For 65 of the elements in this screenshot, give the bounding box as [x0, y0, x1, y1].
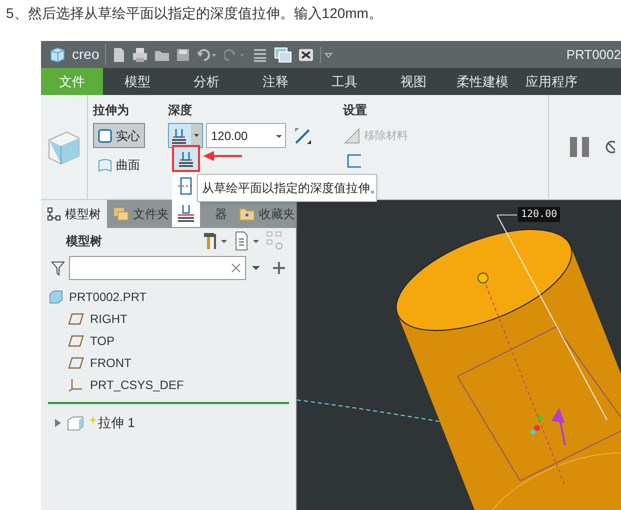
dropdown-icon[interactable]	[320, 46, 334, 62]
folders-icon	[113, 207, 129, 221]
depth-type-button[interactable]	[168, 123, 203, 148]
menu-tab[interactable]: 柔性建模	[448, 68, 517, 95]
document-title: PRT0002	[566, 46, 621, 64]
new-file-icon[interactable]	[112, 46, 126, 62]
windows-icon[interactable]	[274, 46, 292, 62]
undo-icon[interactable]	[196, 46, 218, 62]
square-icon	[98, 128, 112, 142]
solid-button[interactable]: 实心	[93, 123, 145, 148]
datum-plane-icon	[68, 335, 84, 347]
app-logo: creo	[72, 44, 106, 65]
tools-icon[interactable]	[202, 231, 228, 251]
group-title: 拉伸为	[93, 102, 129, 119]
pause-icon[interactable]	[569, 136, 591, 158]
clear-icon[interactable]	[231, 263, 241, 273]
extrude-feature-icon	[67, 415, 85, 431]
menu-tab[interactable]: 应用程序	[517, 68, 586, 95]
menu-tab[interactable]: 模型	[103, 68, 172, 95]
to-next-depth-icon	[176, 204, 196, 222]
coordinate-system-icon	[68, 378, 84, 392]
folder-icon	[239, 207, 255, 221]
expand-icon[interactable]	[53, 418, 63, 428]
tree-item[interactable]: RIGHT	[90, 310, 128, 328]
dimension-label[interactable]: 120.00	[518, 207, 560, 222]
panel-tab[interactable]: 收藏夹	[233, 200, 301, 228]
menu-tab[interactable]: 注释	[241, 68, 310, 95]
caption-text: 5、然后选择从草绘平面以指定的深度值拉伸。输入120mm。	[5, 4, 384, 23]
panel-tab[interactable]: 模型树	[41, 200, 107, 228]
tree-item[interactable]: FRONT	[90, 354, 132, 372]
tree-item[interactable]: PRT_CSYS_DEF	[90, 376, 184, 394]
close-window-icon[interactable]	[298, 46, 314, 62]
print-icon[interactable]	[132, 46, 148, 62]
search-field[interactable]	[69, 256, 246, 280]
datum-plane-icon	[68, 357, 84, 369]
symmetric-depth-icon	[178, 176, 194, 194]
save-icon[interactable]	[176, 46, 190, 62]
cube-icon	[49, 46, 66, 64]
pointer-arrow-icon	[202, 150, 242, 162]
group-title: 设置	[343, 102, 367, 119]
tree-item[interactable]: TOP	[90, 332, 114, 350]
caret-icon	[191, 124, 202, 147]
menu-tab[interactable]: 分析	[172, 68, 241, 95]
blind-option[interactable]	[172, 145, 200, 172]
tooltip: 从草绘平面以指定的深度值拉伸。	[197, 174, 377, 202]
list-settings-icon[interactable]	[234, 231, 260, 251]
add-icon[interactable]	[272, 261, 286, 275]
surface-icon	[98, 158, 112, 172]
filter-icon[interactable]	[51, 260, 65, 276]
menu-tab[interactable]: 工具	[310, 68, 379, 95]
remove-material-icon	[343, 127, 361, 145]
group-title: 深度	[168, 102, 192, 119]
surface-button[interactable]: 曲面	[93, 152, 145, 177]
panel-title: 模型树	[66, 233, 103, 250]
thicken-icon[interactable]	[346, 153, 362, 169]
tree-item[interactable]: 拉伸 1	[98, 413, 135, 433]
cancel-icon[interactable]	[605, 140, 615, 154]
tree-item[interactable]: PRT0002.PRT	[69, 288, 147, 306]
depth-value-field[interactable]: 120.00	[206, 123, 286, 148]
datum-plane-icon	[68, 313, 84, 325]
list-icon[interactable]	[252, 46, 268, 62]
flip-direction-icon[interactable]	[293, 126, 313, 146]
menu-tab[interactable]: 视图	[379, 68, 448, 95]
part-icon	[49, 290, 63, 304]
tree-icon	[47, 207, 61, 221]
